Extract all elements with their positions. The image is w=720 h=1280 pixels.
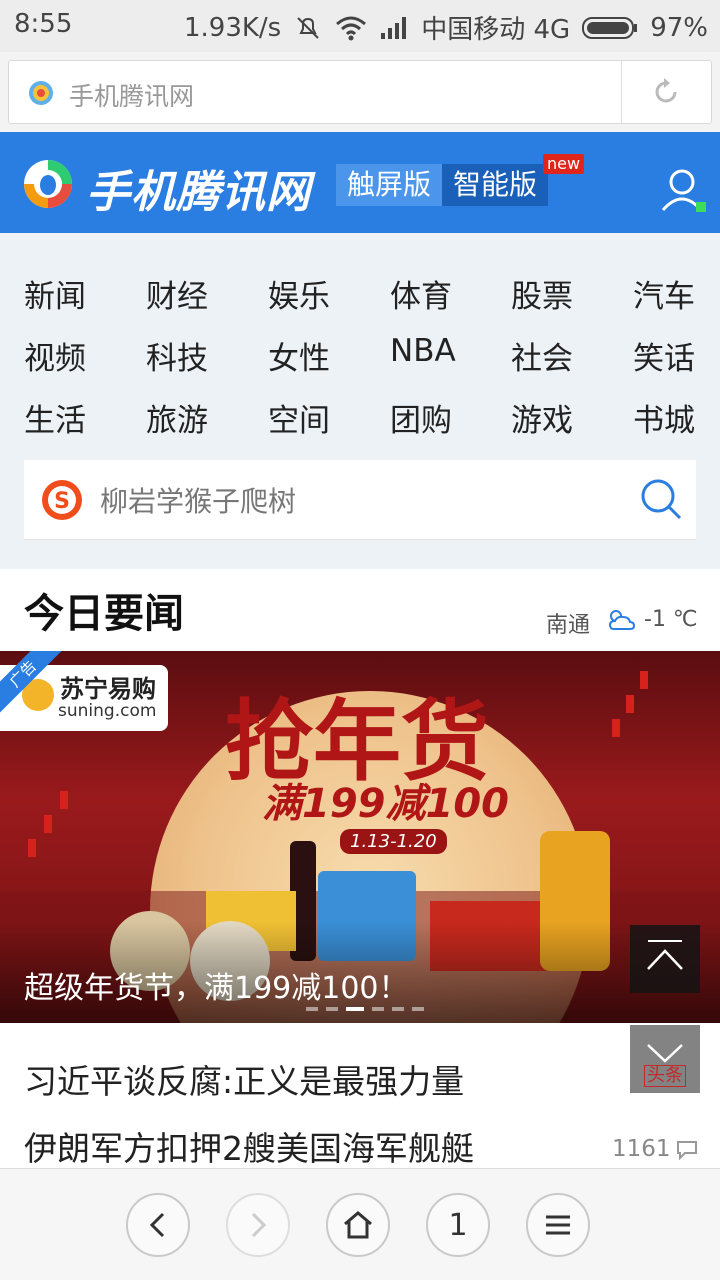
- address-divider: [621, 61, 622, 123]
- address-bar[interactable]: 手机腾讯网: [8, 60, 712, 124]
- svg-text:S: S: [54, 489, 70, 514]
- carousel-dot-active[interactable]: [346, 1007, 364, 1011]
- weather-city[interactable]: 南通: [546, 607, 590, 639]
- banner-caption[interactable]: 超级年货节，满199减100！: [24, 963, 409, 1007]
- nav-item[interactable]: 汽车: [633, 271, 695, 316]
- address-text: 手机腾讯网: [69, 82, 195, 111]
- news-headline[interactable]: 伊朗军方扣押2艘美国海军舰艇: [24, 1122, 474, 1170]
- nav-item[interactable]: 新闻: [24, 271, 86, 316]
- nav-item[interactable]: 股票: [511, 271, 573, 316]
- carousel-dot[interactable]: [326, 1007, 338, 1011]
- reload-icon[interactable]: [649, 75, 683, 109]
- network-speed: 1.93K/s: [183, 12, 282, 43]
- sogou-search-icon: S: [42, 480, 82, 520]
- qq-logo-icon[interactable]: [22, 158, 74, 210]
- ad-banner[interactable]: 抢年货 满199减100 1.13-1.20 超级年货节，满199减100！ 苏…: [0, 651, 720, 1023]
- chevron-right-icon: [251, 1212, 267, 1238]
- headline-tag: 头条: [644, 1065, 686, 1087]
- menu-button[interactable]: [526, 1193, 590, 1257]
- channel-nav: 新闻 财经 娱乐 体育 股票 汽车 视频 科技 女性 NBA 社会 笑话 生活 …: [0, 233, 720, 569]
- carousel-dot[interactable]: [392, 1007, 404, 1011]
- carousel-dot[interactable]: [372, 1007, 384, 1011]
- new-badge: new: [543, 154, 585, 174]
- nav-item[interactable]: 旅游: [146, 395, 208, 440]
- carousel-dot[interactable]: [412, 1007, 424, 1011]
- carousel-dot[interactable]: [306, 1007, 318, 1011]
- forward-button[interactable]: [226, 1193, 290, 1257]
- banner-promo: 满199减100: [262, 781, 509, 827]
- section-title: 今日要闻: [24, 591, 184, 637]
- user-icon[interactable]: [658, 166, 706, 214]
- nav-item[interactable]: 团购: [390, 395, 452, 440]
- nav-item[interactable]: 书城: [633, 395, 695, 440]
- comment-count: 1161: [612, 1136, 671, 1162]
- status-bar: 8:55 1.93K/s 中国移动 4G 97%: [0, 0, 720, 52]
- suning-brand-en: suning.com: [58, 701, 157, 721]
- carousel-indicator: [306, 1007, 424, 1011]
- status-time: 8:55: [14, 9, 73, 39]
- nav-item[interactable]: NBA: [390, 333, 456, 369]
- status-right-group: 1.93K/s 中国移动 4G 97%: [184, 9, 708, 46]
- section-header: 今日要闻 南通 -1 ℃: [0, 569, 720, 651]
- tencent-favicon: [29, 81, 53, 105]
- signal-icon: [381, 16, 407, 39]
- nav-item[interactable]: 视频: [24, 333, 86, 378]
- search-input[interactable]: 柳岩学猴子爬树: [100, 480, 296, 520]
- tab-smart-version[interactable]: 智能版: [442, 164, 549, 206]
- battery-icon: [582, 16, 638, 39]
- nav-item[interactable]: 空间: [268, 395, 330, 440]
- nav-item[interactable]: 游戏: [511, 395, 573, 440]
- nav-item[interactable]: 社会: [511, 333, 573, 378]
- scroll-to-top-button[interactable]: [630, 925, 700, 993]
- nav-item[interactable]: 体育: [390, 271, 452, 316]
- site-brand[interactable]: 手机腾讯网: [86, 156, 311, 220]
- browser-bottom-bar: 1: [0, 1168, 720, 1280]
- chevron-up-icon: [647, 940, 683, 970]
- search-box[interactable]: S 柳岩学猴子爬树: [24, 460, 696, 540]
- nav-item[interactable]: 科技: [146, 333, 208, 378]
- battery-percent: 97%: [650, 12, 708, 43]
- mute-icon: [297, 16, 319, 39]
- tab-touch-version[interactable]: 触屏版: [336, 164, 443, 206]
- chevron-left-icon: [149, 1212, 165, 1238]
- nav-item[interactable]: 女性: [268, 333, 330, 378]
- weather-temperature: -1 ℃: [644, 607, 698, 632]
- home-icon: [344, 1211, 372, 1239]
- wifi-icon: [336, 16, 367, 40]
- version-tabs: 触屏版 智能版: [336, 164, 549, 206]
- cloudy-weather-icon: [608, 610, 636, 630]
- carrier-label: 中国移动 4G: [421, 15, 571, 45]
- back-button[interactable]: [126, 1193, 190, 1257]
- nav-item[interactable]: 娱乐: [268, 271, 330, 316]
- browser-toolbar: 手机腾讯网: [0, 52, 720, 132]
- nav-item[interactable]: 财经: [146, 271, 208, 316]
- site-header: 手机腾讯网 触屏版 智能版 new: [0, 132, 720, 233]
- news-headline[interactable]: 习近平谈反腐:正义是最强力量: [24, 1055, 464, 1103]
- menu-icon: [546, 1215, 570, 1235]
- tabs-button[interactable]: 1: [426, 1193, 490, 1257]
- banner-dates: 1.13-1.20: [340, 829, 447, 854]
- suning-brand-cn: 苏宁易购: [60, 675, 156, 703]
- tab-count: 1: [448, 1207, 468, 1243]
- comment-icon: [677, 1141, 697, 1160]
- search-icon[interactable]: [638, 476, 684, 522]
- headline-down-button[interactable]: 头条: [630, 1025, 700, 1093]
- home-button[interactable]: [326, 1193, 390, 1257]
- nav-item[interactable]: 生活: [24, 395, 86, 440]
- nav-item[interactable]: 笑话: [633, 333, 695, 378]
